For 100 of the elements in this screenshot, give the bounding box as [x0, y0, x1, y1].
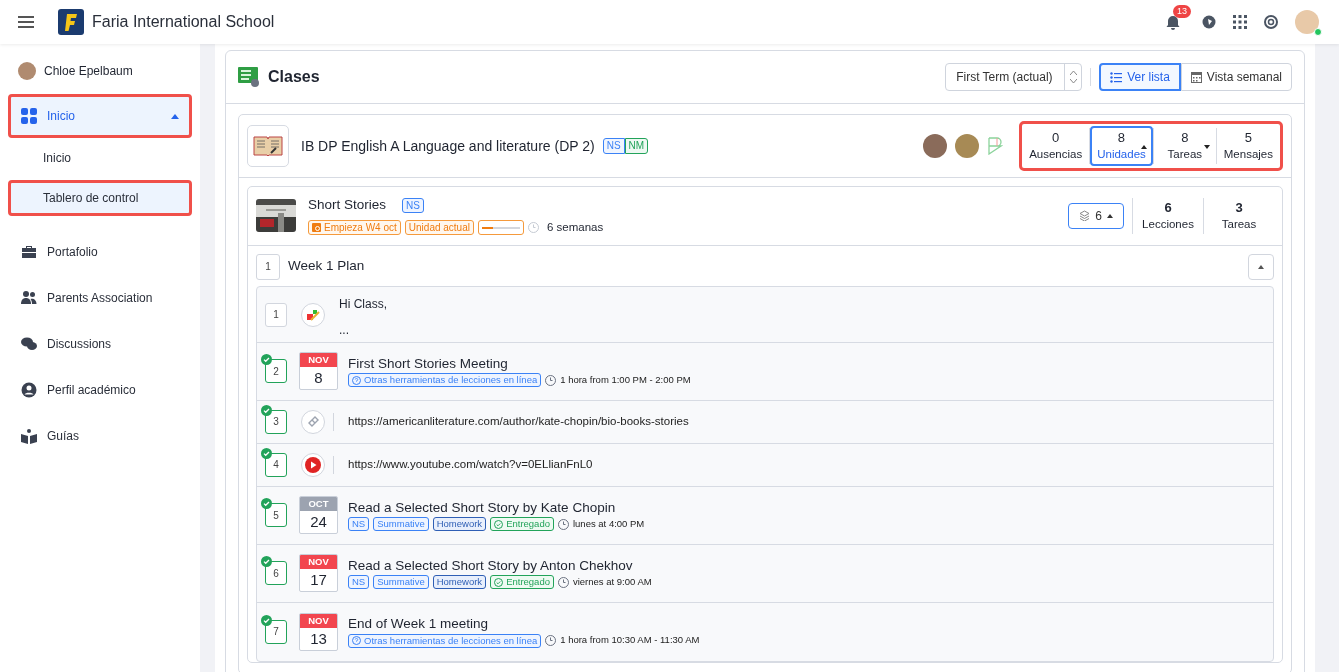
unit-title: Short Stories	[308, 196, 387, 214]
user-avatar	[18, 62, 36, 80]
help-circle-icon	[352, 375, 361, 385]
status-badge: Entregado	[490, 575, 554, 589]
sidebar-item[interactable]: Parents Association	[8, 276, 192, 320]
category-tag: Summative	[373, 517, 429, 531]
caret-up-icon	[1140, 145, 1147, 149]
time-text: viernes at 9:00 AM	[572, 574, 652, 589]
caret-down-icon	[1203, 145, 1210, 149]
teacher-avatar	[923, 134, 948, 158]
check-icon	[261, 404, 272, 416]
user-name: Chloe Epelbaum	[44, 63, 133, 80]
online-status-dot	[1314, 28, 1322, 36]
stat-tab[interactable]: 8 Tareas	[1153, 126, 1216, 166]
submenu-item[interactable]: Inicio	[8, 140, 192, 176]
briefcase-icon	[21, 244, 37, 260]
check-circle-icon	[494, 519, 504, 529]
sidebar-item[interactable]: Inicio	[8, 94, 192, 138]
clock-icon	[545, 635, 557, 646]
category-tag: Otras herramientas de lecciones en línea	[348, 373, 542, 387]
sidebar-item[interactable]: Perfil académico	[8, 368, 192, 412]
people-icon	[21, 290, 37, 306]
link-icon	[307, 415, 319, 428]
person-icon	[21, 382, 37, 398]
level-tag: NS	[602, 138, 625, 154]
school-logo[interactable]	[58, 9, 84, 35]
unit-stat[interactable]: 6 Lecciones	[1133, 199, 1203, 232]
play-icon	[305, 456, 321, 473]
help-icon[interactable]	[1263, 14, 1279, 30]
caret-up-icon	[1258, 264, 1264, 269]
stat-tab[interactable]: 8 Unidades	[1090, 126, 1153, 166]
page-title: Clases	[268, 67, 320, 87]
sidebar-item[interactable]: Guías	[8, 414, 192, 458]
date-badge: NOV 13	[299, 612, 338, 651]
layers-icon	[1079, 210, 1091, 222]
section-title: Week 1 Plan	[288, 257, 365, 276]
clock-icon	[527, 222, 539, 234]
open-book-icon	[253, 135, 283, 157]
start-date-badge: Empieza W4 oct	[308, 220, 401, 236]
term-select[interactable]: First Term (actual)	[945, 63, 1083, 91]
check-icon	[261, 447, 272, 459]
check-icon	[261, 614, 272, 626]
submenu-item[interactable]: Tablero de control	[8, 180, 192, 216]
sidebar-item[interactable]: Portafolio	[8, 230, 192, 274]
lesson-title: End of Week 1 meeting	[348, 615, 490, 634]
caret-up-icon	[1107, 213, 1113, 218]
duration-text: 6 semanas	[546, 220, 604, 236]
check-circle-icon	[494, 577, 504, 587]
date-badge: NOV 8	[299, 352, 338, 390]
level-tag: NS	[402, 197, 424, 213]
unit-stat[interactable]: 3 Tareas	[1204, 199, 1274, 232]
category-tag: NS	[348, 517, 370, 531]
notification-badge: 13	[1173, 5, 1191, 19]
class-title: IB DP English A Language and literature (DP 2)	[301, 136, 595, 156]
note-text: Hi Class,	[339, 295, 387, 313]
view-toggle-button[interactable]: Vista semanal	[1180, 63, 1292, 91]
lesson-title: First Short Stories Meeting	[348, 354, 509, 373]
stepper-icon	[1069, 71, 1077, 83]
classroom-board-icon	[238, 67, 260, 87]
caret-up-icon	[171, 113, 179, 119]
date-badge: NOV 17	[299, 554, 338, 592]
book-icon	[21, 428, 37, 444]
category-tag: NS	[348, 575, 370, 589]
calendar-icon	[312, 223, 321, 233]
time-text: 1 hora from 10:30 AM - 11:30 AM	[560, 633, 700, 648]
level-tag: NM	[624, 138, 649, 154]
bell-icon[interactable]	[1165, 14, 1181, 31]
time-text: 1 hora from 1:00 PM - 2:00 PM	[560, 372, 691, 387]
layers-button[interactable]: 6	[1068, 202, 1124, 229]
school-name: Faria International School	[92, 12, 275, 32]
url-link[interactable]: https://www.youtube.com/watch?v=0ELlianFnL0	[348, 455, 593, 474]
list-icon	[1110, 71, 1123, 83]
apps-grid-icon[interactable]	[1233, 15, 1247, 29]
chat-icon[interactable]	[1201, 14, 1217, 30]
pencil-icon	[306, 307, 320, 322]
note-text: ...	[339, 321, 350, 339]
category-tag: Summative	[373, 575, 429, 589]
item-number: 1	[265, 302, 287, 327]
stat-tab[interactable]: 0 Ausencias	[1022, 126, 1090, 166]
grid-icon	[21, 108, 37, 124]
status-badge: Entregado	[490, 517, 554, 531]
category-tag: Homework	[432, 517, 487, 531]
sidebar-item[interactable]: Discussions	[8, 322, 192, 366]
check-icon	[261, 498, 272, 509]
clock-icon	[545, 374, 557, 386]
section-number: 1	[256, 253, 280, 280]
check-icon	[261, 354, 272, 365]
category-tag: Otras herramientas de lecciones en línea	[348, 633, 542, 648]
url-link[interactable]: https://americanliterature.com/author/kate-chopin/bio-books-stories	[348, 412, 689, 431]
check-icon	[261, 556, 272, 567]
lesson-title: Read a Selected Short Story by Anton Chekhov	[348, 556, 634, 575]
view-toggle-button[interactable]: Ver lista	[1099, 63, 1181, 91]
time-text: lunes at 4:00 PM	[572, 516, 645, 531]
help-circle-icon	[352, 636, 361, 645]
menu-icon[interactable]	[18, 15, 34, 29]
shape-icon	[987, 137, 1004, 155]
stat-tab[interactable]: 5 Mensajes	[1216, 126, 1280, 166]
date-badge: OCT 24	[299, 496, 338, 534]
lesson-title: Read a Selected Short Story by Kate Chopin	[348, 498, 617, 517]
clock-icon	[557, 518, 569, 530]
